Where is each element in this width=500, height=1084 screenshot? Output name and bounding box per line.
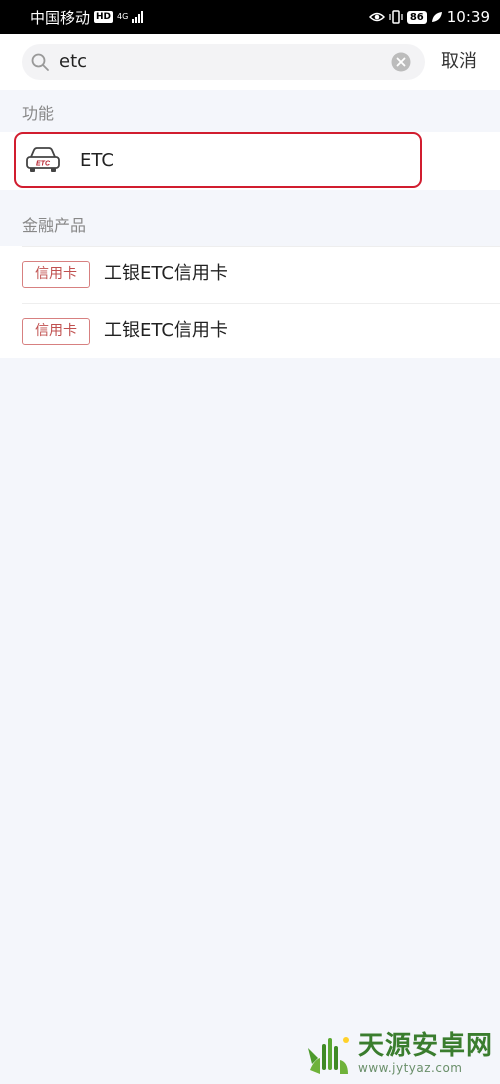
search-icon [31,53,49,71]
status-bar: 中国移动 HD 4G 86 10:39 [0,0,500,34]
search-input[interactable]: etc [22,44,425,80]
signal-icon [132,11,144,23]
eye-comfort-icon [368,12,385,22]
section-title-function: 功能 [22,104,55,123]
product-row[interactable]: 信用卡 工银ETC信用卡 [0,303,500,359]
search-query-text: etc [59,51,88,72]
product-name: 工银ETC信用卡 [104,263,228,284]
status-bar-right: 86 10:39 [368,8,490,26]
credit-card-tag: 信用卡 [22,261,90,288]
status-bar-left: 中国移动 HD 4G [30,7,144,28]
power-saving-leaf-icon [431,12,442,22]
divider [22,303,500,304]
function-item-label: ETC [80,150,114,171]
search-header: etc 取消 [0,34,500,90]
battery-level: 86 [406,10,427,24]
product-row[interactable]: 信用卡 工银ETC信用卡 [0,246,500,302]
svg-text:ETC: ETC [36,161,51,168]
function-item-etc[interactable]: ETC ETC [14,132,422,188]
hd-badge: HD [94,11,114,23]
clear-icon[interactable] [391,52,411,72]
network-type-label: 4G [117,12,129,21]
watermark-text: 天源安卓网 www.jytyaz.com [358,1031,493,1075]
divider [22,246,500,247]
car-etc-icon: ETC [26,147,60,172]
watermark-title: 天源安卓网 [358,1031,494,1061]
credit-card-tag: 信用卡 [22,318,90,345]
watermark: 天源安卓网 www.jytyaz.com [304,1030,493,1076]
product-name: 工银ETC信用卡 [104,320,228,341]
section-title-finance: 金融产品 [22,216,87,235]
finance-section: 信用卡 工银ETC信用卡 信用卡 工银ETC信用卡 [0,246,500,358]
carrier-label: 中国移动 [30,8,91,27]
android-logo-icon [308,1037,349,1074]
cancel-button[interactable]: 取消 [441,49,477,75]
watermark-url: www.jytyaz.com [358,1061,463,1075]
vibrate-icon [389,10,403,24]
clock: 10:39 [446,8,490,26]
